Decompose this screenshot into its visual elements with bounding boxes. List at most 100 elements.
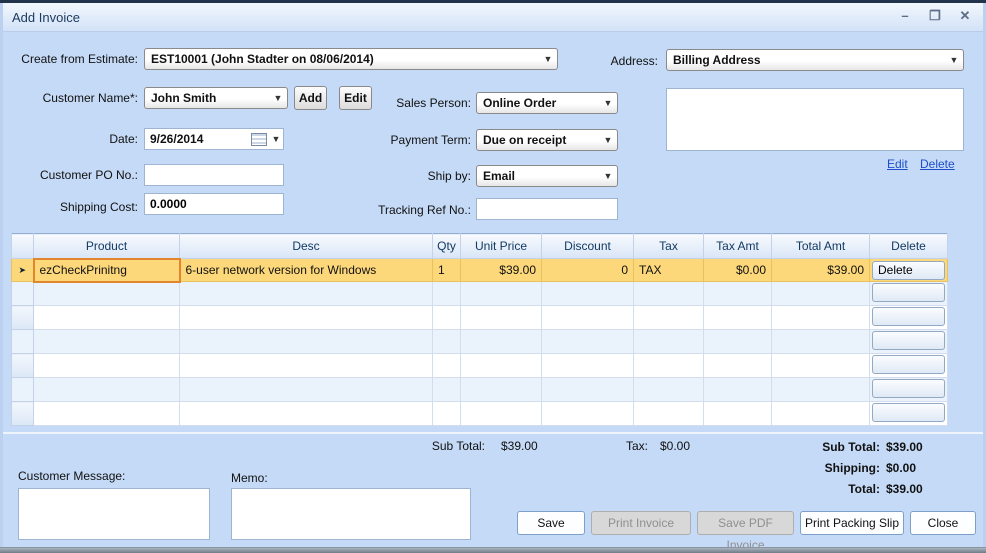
empty-cell[interactable] xyxy=(33,353,180,378)
delete-row-button[interactable] xyxy=(872,283,945,302)
empty-cell[interactable] xyxy=(33,377,180,402)
create-from-estimate-select[interactable]: EST10001 (John Stadter on 08/06/2014) ▼ xyxy=(144,48,558,70)
empty-cell[interactable] xyxy=(460,353,542,378)
close-button[interactable]: Close xyxy=(910,511,976,535)
empty-cell[interactable] xyxy=(179,281,433,306)
address-select[interactable]: Billing Address ▼ xyxy=(666,49,964,71)
empty-cell[interactable] xyxy=(33,401,180,426)
maximize-icon[interactable]: ❐ xyxy=(927,8,943,24)
customer-po-input[interactable] xyxy=(144,164,284,186)
grid-header-tax[interactable]: Tax xyxy=(633,233,704,259)
address-edit-link[interactable]: Edit xyxy=(887,157,908,171)
empty-cell[interactable] xyxy=(541,329,634,354)
close-icon[interactable]: ✕ xyxy=(957,8,973,24)
empty-cell[interactable] xyxy=(633,281,704,306)
delete-row-button[interactable] xyxy=(872,307,945,326)
empty-cell[interactable] xyxy=(541,401,634,426)
cell-discount[interactable]: 0 xyxy=(541,258,634,282)
edit-customer-button[interactable]: Edit xyxy=(339,86,372,110)
empty-cell[interactable] xyxy=(33,305,180,330)
empty-cell[interactable] xyxy=(703,353,772,378)
empty-cell[interactable] xyxy=(633,401,704,426)
print-invoice-button[interactable]: Print Invoice xyxy=(591,511,691,535)
cell-tax[interactable]: TAX xyxy=(633,258,704,282)
grid-header-desc[interactable]: Desc xyxy=(179,233,433,259)
cell-unit-price[interactable]: $39.00 xyxy=(460,258,542,282)
payment-term-select[interactable]: Due on receipt ▼ xyxy=(476,129,618,151)
row-selector-cell[interactable] xyxy=(11,305,34,330)
empty-cell[interactable] xyxy=(771,281,870,306)
empty-cell[interactable] xyxy=(633,353,704,378)
empty-cell[interactable] xyxy=(179,353,433,378)
customer-message-input[interactable] xyxy=(18,488,210,540)
delete-row-button[interactable]: Delete xyxy=(872,260,945,280)
sales-person-select[interactable]: Online Order ▼ xyxy=(476,92,618,114)
address-text-box[interactable] xyxy=(666,88,964,151)
empty-cell[interactable] xyxy=(633,329,704,354)
grid-header-qty[interactable]: Qty xyxy=(432,233,461,259)
save-button[interactable]: Save xyxy=(517,511,585,535)
minimize-icon[interactable]: – xyxy=(897,8,913,24)
delete-row-button[interactable] xyxy=(872,355,945,374)
empty-cell[interactable] xyxy=(703,281,772,306)
cell-total-amt[interactable]: $39.00 xyxy=(771,258,870,282)
empty-cell[interactable] xyxy=(633,377,704,402)
empty-cell[interactable] xyxy=(432,281,461,306)
empty-cell[interactable] xyxy=(633,305,704,330)
empty-cell[interactable] xyxy=(33,281,180,306)
grid-header-tax-amt[interactable]: Tax Amt xyxy=(703,233,772,259)
empty-cell[interactable] xyxy=(771,353,870,378)
delete-row-button[interactable] xyxy=(872,403,945,422)
row-selector-cell[interactable] xyxy=(11,377,34,402)
empty-cell[interactable] xyxy=(703,305,772,330)
empty-cell[interactable] xyxy=(771,305,870,330)
row-selector-cell[interactable] xyxy=(11,401,34,426)
grid-header-unit-price[interactable]: Unit Price xyxy=(460,233,542,259)
delete-row-button[interactable] xyxy=(872,331,945,350)
shipping-cost-input[interactable] xyxy=(144,193,284,215)
empty-cell[interactable] xyxy=(541,377,634,402)
add-customer-button[interactable]: Add xyxy=(294,86,327,110)
empty-cell[interactable] xyxy=(179,329,433,354)
empty-cell[interactable] xyxy=(541,353,634,378)
empty-cell[interactable] xyxy=(460,281,542,306)
delete-row-button[interactable] xyxy=(872,379,945,398)
empty-cell[interactable] xyxy=(33,329,180,354)
empty-cell[interactable] xyxy=(703,329,772,354)
empty-cell[interactable] xyxy=(432,401,461,426)
ship-by-select[interactable]: Email ▼ xyxy=(476,165,618,187)
empty-cell[interactable] xyxy=(179,305,433,330)
empty-cell[interactable] xyxy=(432,305,461,330)
empty-cell[interactable] xyxy=(460,329,542,354)
empty-cell[interactable] xyxy=(179,401,433,426)
grid-header-delete[interactable]: Delete xyxy=(869,233,948,259)
empty-cell[interactable] xyxy=(460,377,542,402)
empty-cell[interactable] xyxy=(703,401,772,426)
cell-product[interactable]: ezCheckPrinitng xyxy=(32,257,181,283)
empty-cell[interactable] xyxy=(771,401,870,426)
grid-header-discount[interactable]: Discount xyxy=(541,233,634,259)
empty-cell[interactable] xyxy=(432,353,461,378)
empty-cell[interactable] xyxy=(771,329,870,354)
empty-cell[interactable] xyxy=(703,377,772,402)
memo-input[interactable] xyxy=(231,488,471,540)
save-pdf-invoice-button[interactable]: Save PDF Invoice xyxy=(697,511,794,552)
empty-cell[interactable] xyxy=(432,377,461,402)
empty-cell[interactable] xyxy=(432,329,461,354)
empty-cell[interactable] xyxy=(460,305,542,330)
row-selector-arrow-icon[interactable]: ➤ xyxy=(11,258,34,282)
print-packing-slip-button[interactable]: Print Packing Slip xyxy=(800,511,904,535)
empty-cell[interactable] xyxy=(541,305,634,330)
row-selector-cell[interactable] xyxy=(11,329,34,354)
customer-name-select[interactable]: John Smith ▼ xyxy=(144,87,288,109)
date-picker[interactable]: 9/26/2014 ▼ xyxy=(144,128,284,150)
empty-cell[interactable] xyxy=(179,377,433,402)
grid-header-product[interactable]: Product xyxy=(33,233,180,259)
address-delete-link[interactable]: Delete xyxy=(920,157,955,171)
tracking-ref-input[interactable] xyxy=(476,198,618,220)
row-selector-cell[interactable] xyxy=(11,353,34,378)
empty-cell[interactable] xyxy=(460,401,542,426)
grid-header-total-amt[interactable]: Total Amt xyxy=(771,233,870,259)
cell-qty[interactable]: 1 xyxy=(432,258,461,282)
empty-cell[interactable] xyxy=(541,281,634,306)
